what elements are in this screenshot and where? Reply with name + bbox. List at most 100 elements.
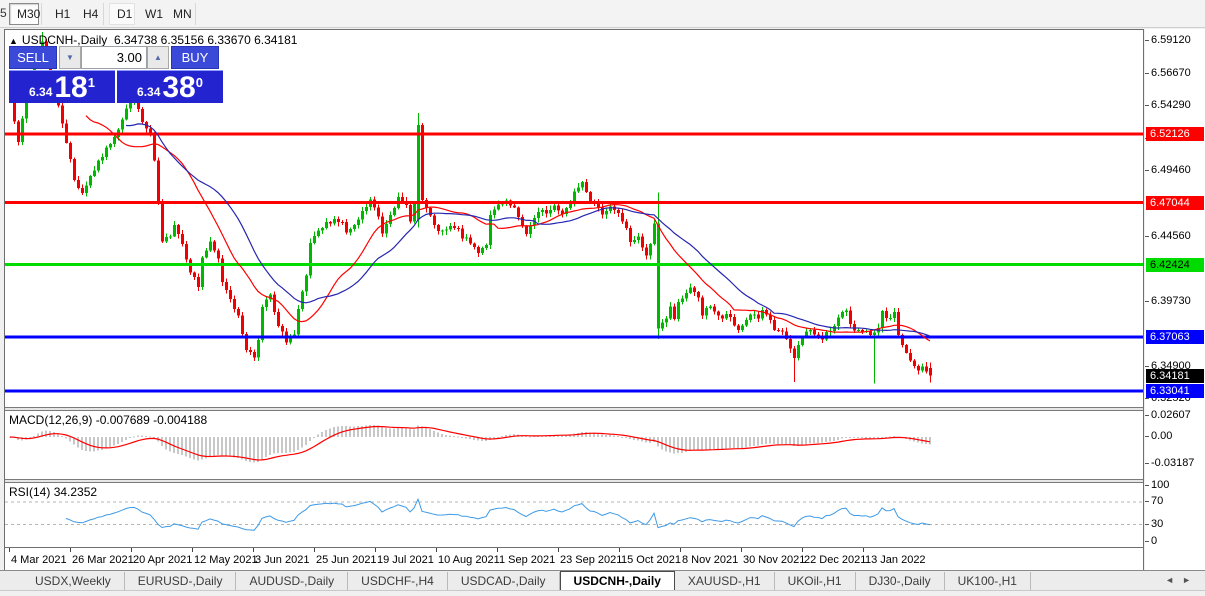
chart-title: ▲USDCNH-,Daily 6.34738 6.35156 6.33670 6…	[9, 33, 297, 47]
date-tick	[314, 548, 315, 552]
macd-values: -0.007689 -0.004188	[96, 413, 207, 427]
axis-tick	[1145, 436, 1149, 437]
date-axis: 4 Mar 2021 26 Mar 202120 Apr 202112 May 2…	[5, 547, 1143, 570]
rsi-tick-label: 100	[1151, 479, 1169, 491]
axis-tick	[1145, 524, 1149, 525]
hline-price-badge: 6.42424	[1146, 258, 1204, 272]
one-click-trading-panel: SELL ▼ ▲ BUY 6.34 18 1 6.34 38 0	[9, 46, 229, 103]
macd-tick-label: 0.02607	[1151, 409, 1191, 421]
hline-price-badge: 6.47044	[1146, 196, 1204, 210]
date-tick	[70, 548, 71, 552]
date-tick	[619, 548, 620, 552]
price-axis: 6.591206.566706.542906.518406.494606.445…	[1145, 29, 1205, 570]
date-tick	[131, 548, 132, 552]
buy-button[interactable]: BUY	[171, 46, 219, 69]
axis-tick	[1145, 415, 1149, 416]
date-tick-label: 13 Jan 2022	[865, 554, 926, 566]
rsi-tick-label: 30	[1151, 518, 1163, 530]
date-tick-label: 23 Sep 2021	[560, 554, 622, 566]
buy-price-box[interactable]: 6.34 38 0	[117, 70, 223, 103]
axis-tick	[1145, 170, 1149, 171]
chart-tab-dj30-daily[interactable]: DJ30-,Daily	[856, 572, 945, 591]
volume-increase-button[interactable]: ▲	[147, 46, 169, 69]
date-tick	[497, 548, 498, 552]
timeframe-button-h1[interactable]: H1	[47, 3, 73, 25]
price-tick-label: 6.44560	[1151, 230, 1191, 242]
sell-button[interactable]: SELL	[9, 46, 57, 69]
chart-tab-eurusd-daily[interactable]: EURUSD-,Daily	[125, 572, 237, 591]
date-tick	[436, 548, 437, 552]
buy-price-prefix: 6.34	[137, 85, 160, 99]
date-tick-label: 4 Mar 2021	[11, 554, 67, 566]
rsi-indicator-label: RSI(14) 34.2352	[9, 485, 97, 499]
volume-decrease-button[interactable]: ▼	[59, 46, 81, 69]
tab-scroll-left-icon[interactable]: ◄	[1165, 575, 1182, 585]
timeframe-button-w1[interactable]: W1	[137, 3, 163, 25]
date-tick-label: 12 May 2021	[194, 554, 258, 566]
axis-tick	[1145, 485, 1149, 486]
timeframe-button-h4[interactable]: H4	[75, 3, 101, 25]
tab-scroll-right-icon[interactable]: ►	[1182, 575, 1199, 585]
date-tick-label: 20 Apr 2021	[133, 554, 192, 566]
price-tick-label: 6.56670	[1151, 67, 1191, 79]
chart-tab-uk100-h1[interactable]: UK100-,H1	[945, 572, 1031, 591]
axis-tick	[1145, 73, 1149, 74]
date-tick	[558, 548, 559, 552]
timeframe-button-d1[interactable]: D1	[109, 3, 135, 25]
rsi-panel[interactable]	[5, 483, 1143, 547]
price-tick-label: 6.59120	[1151, 34, 1191, 46]
chart-plot-area[interactable]: ▲USDCNH-,Daily 6.34738 6.35156 6.33670 6…	[4, 29, 1144, 570]
axis-tick	[1145, 366, 1149, 367]
macd-tick-label: -0.03187	[1151, 457, 1194, 469]
toolbar-separator	[195, 3, 196, 25]
status-strip	[0, 590, 1205, 596]
chart-tab-ukoil-h1[interactable]: UKOil-,H1	[775, 572, 856, 591]
date-tick-label: 15 Oct 2021	[621, 554, 681, 566]
rsi-tick-label: 0	[1151, 535, 1157, 547]
date-tick	[375, 548, 376, 552]
chart-tab-bar: USDX,WeeklyEURUSD-,DailyAUDUSD-,DailyUSD…	[0, 570, 1205, 590]
date-tick-label: 8 Nov 2021	[682, 554, 738, 566]
date-tick-label: 19 Jul 2021	[377, 554, 434, 566]
axis-tick	[1145, 105, 1149, 106]
price-tick-label: 6.39730	[1151, 295, 1191, 307]
price-tick-label: 6.54290	[1151, 99, 1191, 111]
chart-tab-audusd-daily[interactable]: AUDUSD-,Daily	[236, 572, 348, 591]
rsi-value: 34.2352	[54, 485, 97, 499]
hline-price-badge: 6.52126	[1146, 127, 1204, 141]
date-tick-label: 1 Sep 2021	[499, 554, 555, 566]
date-tick	[253, 548, 254, 552]
collapse-triangle-icon[interactable]: ▲	[9, 36, 18, 46]
date-tick-label: 30 Nov 2021	[743, 554, 805, 566]
timeframe-button-mn[interactable]: MN	[165, 3, 193, 25]
axis-tick	[1145, 463, 1149, 464]
date-tick-label: 3 Jun 2021	[255, 554, 309, 566]
buy-price-sup: 0	[196, 75, 203, 90]
chart-tab-usdcnh-daily[interactable]: USDCNH-,Daily	[560, 571, 675, 590]
timeframe-button-m30[interactable]: M30	[9, 3, 39, 25]
chart-ohlc-values: 6.34738 6.35156 6.33670 6.34181	[114, 33, 298, 47]
volume-input[interactable]	[81, 46, 147, 69]
sell-price-sup: 1	[88, 75, 95, 90]
axis-tick	[1145, 301, 1149, 302]
sell-price-box[interactable]: 6.34 18 1	[9, 70, 115, 103]
hline-price-badge: 6.37063	[1146, 330, 1204, 344]
chart-tab-usdchf-h4[interactable]: USDCHF-,H4	[348, 572, 448, 591]
chart-tab-usdx-weekly[interactable]: USDX,Weekly	[22, 572, 125, 591]
sell-price-big: 18	[54, 74, 87, 102]
date-tick	[192, 548, 193, 552]
date-tick	[863, 548, 864, 552]
date-tick	[9, 548, 10, 552]
axis-tick	[1145, 541, 1149, 542]
date-tick-label: 26 Mar 2021	[72, 554, 134, 566]
chart-tab-usdcad-daily[interactable]: USDCAD-,Daily	[448, 572, 560, 591]
date-tick-label: 22 Dec 2021	[804, 554, 866, 566]
chart-tab-xauusd-h1[interactable]: XAUUSD-,H1	[675, 572, 775, 591]
axis-tick	[1145, 236, 1149, 237]
timeframe-toolbar: 5 M30 H1H4 D1W1MN	[0, 0, 1205, 28]
timeframe-button-partial[interactable]: 5	[0, 6, 7, 20]
rsi-tick-label: 70	[1151, 495, 1163, 507]
date-tick	[802, 548, 803, 552]
date-tick	[680, 548, 681, 552]
toolbar-separator	[103, 3, 104, 25]
